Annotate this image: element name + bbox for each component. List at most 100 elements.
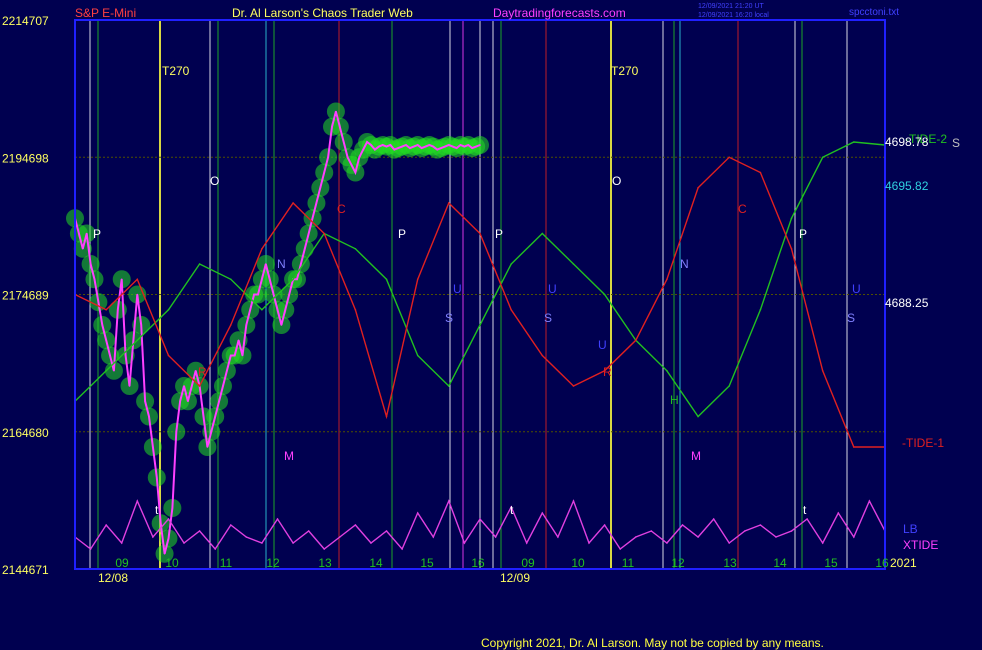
marker-label: U [548,282,557,296]
marker-label: U [598,338,607,352]
x-tick-hour: 14 [773,556,787,570]
series-point [459,144,462,146]
series-point [229,354,232,357]
series-point [241,354,244,357]
marker-label: P [799,227,807,241]
series-point [249,308,252,311]
series-point [327,156,329,159]
series-point [393,148,396,151]
series-point [214,415,216,418]
series-point [136,339,139,342]
series-point [455,147,458,149]
series-point [385,278,388,281]
y-tick-price: 4671 [22,563,49,577]
series-point [634,339,637,342]
series-point [315,202,318,204]
series-point [152,536,154,538]
series-point [821,542,824,544]
marker-label: O [210,174,219,188]
series-point [117,308,119,311]
series-point [681,524,684,526]
series-point [837,512,840,514]
series-point [759,524,762,526]
y-tick-price: 4689 [22,289,49,303]
series-point [136,500,139,502]
marker-label: U [453,282,462,296]
tide2-value: 4698.78 [885,135,929,149]
series-point [198,530,201,532]
series-point [362,148,364,151]
series-point [89,548,92,550]
marker-label: M [691,449,701,463]
x-tick-hour: 15 [824,556,838,570]
series-point [245,324,248,326]
lb-label: LB [903,522,918,536]
series-point [307,232,310,235]
series-point [374,148,376,151]
series-point [712,518,715,520]
series-point [370,542,372,544]
marker-label: S [847,311,855,325]
series-point [105,339,107,342]
series-point [89,263,92,265]
series-point [728,385,731,387]
marker-label: C [738,202,747,216]
series-point [303,247,306,250]
series-point [311,217,314,220]
series-point [479,144,481,146]
site-url[interactable]: Daytradingforecasts.com [493,6,626,20]
series-point [105,369,107,372]
marker-label: U [852,282,861,296]
series-point [467,144,470,146]
series-point [697,536,699,538]
cyan-value: 4695.82 [885,179,929,193]
x-date-1: 12/08 [98,571,128,585]
site-title: Dr. Al Larson's Chaos Trader Web [232,6,413,20]
series-point [471,147,474,149]
x-tick-hour: 12 [266,556,280,570]
y-tick-price: 4698 [22,151,49,165]
marker-label: C [337,202,346,216]
series-point [350,164,353,166]
series-point [226,369,228,372]
x-tick-hour: 12 [671,556,685,570]
series-point [97,301,100,303]
series-point [171,507,174,509]
series-point [759,308,762,311]
series-point [167,537,170,540]
series-point [650,530,653,532]
series-point [853,536,855,538]
series-point [619,548,621,550]
series-point [525,542,528,544]
series-point [148,415,150,418]
timestamp-ut: 12/09/2021 21:20 UT [698,3,764,10]
series-point [416,278,419,281]
series-point [261,542,263,544]
marker-label: R [603,365,612,379]
series-point [479,232,481,235]
series-point [307,530,310,532]
series-point [451,145,454,148]
series-point [202,415,205,418]
series-point [194,369,197,372]
series-point [198,385,201,387]
series-point [222,385,224,387]
series-point [346,156,349,159]
series-point [323,171,326,174]
marker-label: T270 [611,64,639,78]
series-point [603,293,606,296]
marker-label: N [680,257,689,271]
marker-label: S [544,311,552,325]
series-point [385,530,388,532]
series-point [296,278,298,281]
series-point [354,308,357,311]
series-point [167,308,170,311]
file-name: spcctoni.txt [849,7,899,18]
series-point [292,542,294,544]
series-point [159,522,162,525]
series-point [728,542,731,544]
series-point [572,500,575,502]
series-point [109,354,111,357]
series-point [229,524,232,526]
series-point [416,144,419,146]
